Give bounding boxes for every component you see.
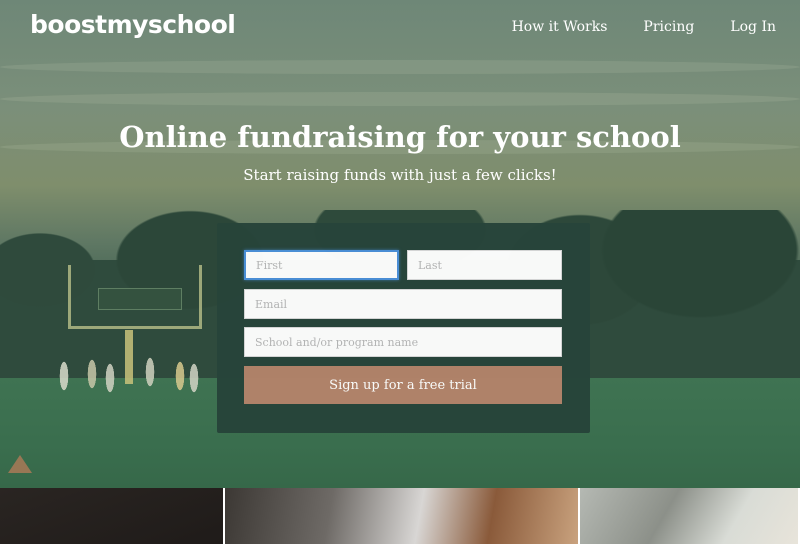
logo[interactable]: boostmyschool <box>30 10 236 39</box>
sky-cloud-band <box>0 60 800 74</box>
field-cone <box>8 455 32 473</box>
photo-tile <box>580 488 800 544</box>
school-name-input[interactable] <box>244 327 562 357</box>
email-input[interactable] <box>244 289 562 319</box>
football-players <box>52 352 222 398</box>
nav-link-pricing[interactable]: Pricing <box>643 19 694 35</box>
hero-headline: Online fundraising for your school <box>119 120 681 154</box>
first-name-input[interactable] <box>244 250 399 280</box>
hero-subheadline: Start raising funds with just a few clic… <box>243 166 557 184</box>
photo-tile <box>225 488 580 544</box>
signup-form: Sign up for a free trial <box>217 223 590 433</box>
last-name-input[interactable] <box>407 250 562 280</box>
top-nav: How it Works Pricing Log In <box>512 19 776 35</box>
photo-tile <box>0 488 225 544</box>
nav-link-log-in[interactable]: Log In <box>730 19 776 35</box>
signup-free-trial-button[interactable]: Sign up for a free trial <box>244 366 562 404</box>
sky-cloud-band <box>0 92 800 106</box>
photo-strip <box>0 488 800 544</box>
nav-link-how-it-works[interactable]: How it Works <box>512 19 608 35</box>
scoreboard <box>98 288 182 310</box>
